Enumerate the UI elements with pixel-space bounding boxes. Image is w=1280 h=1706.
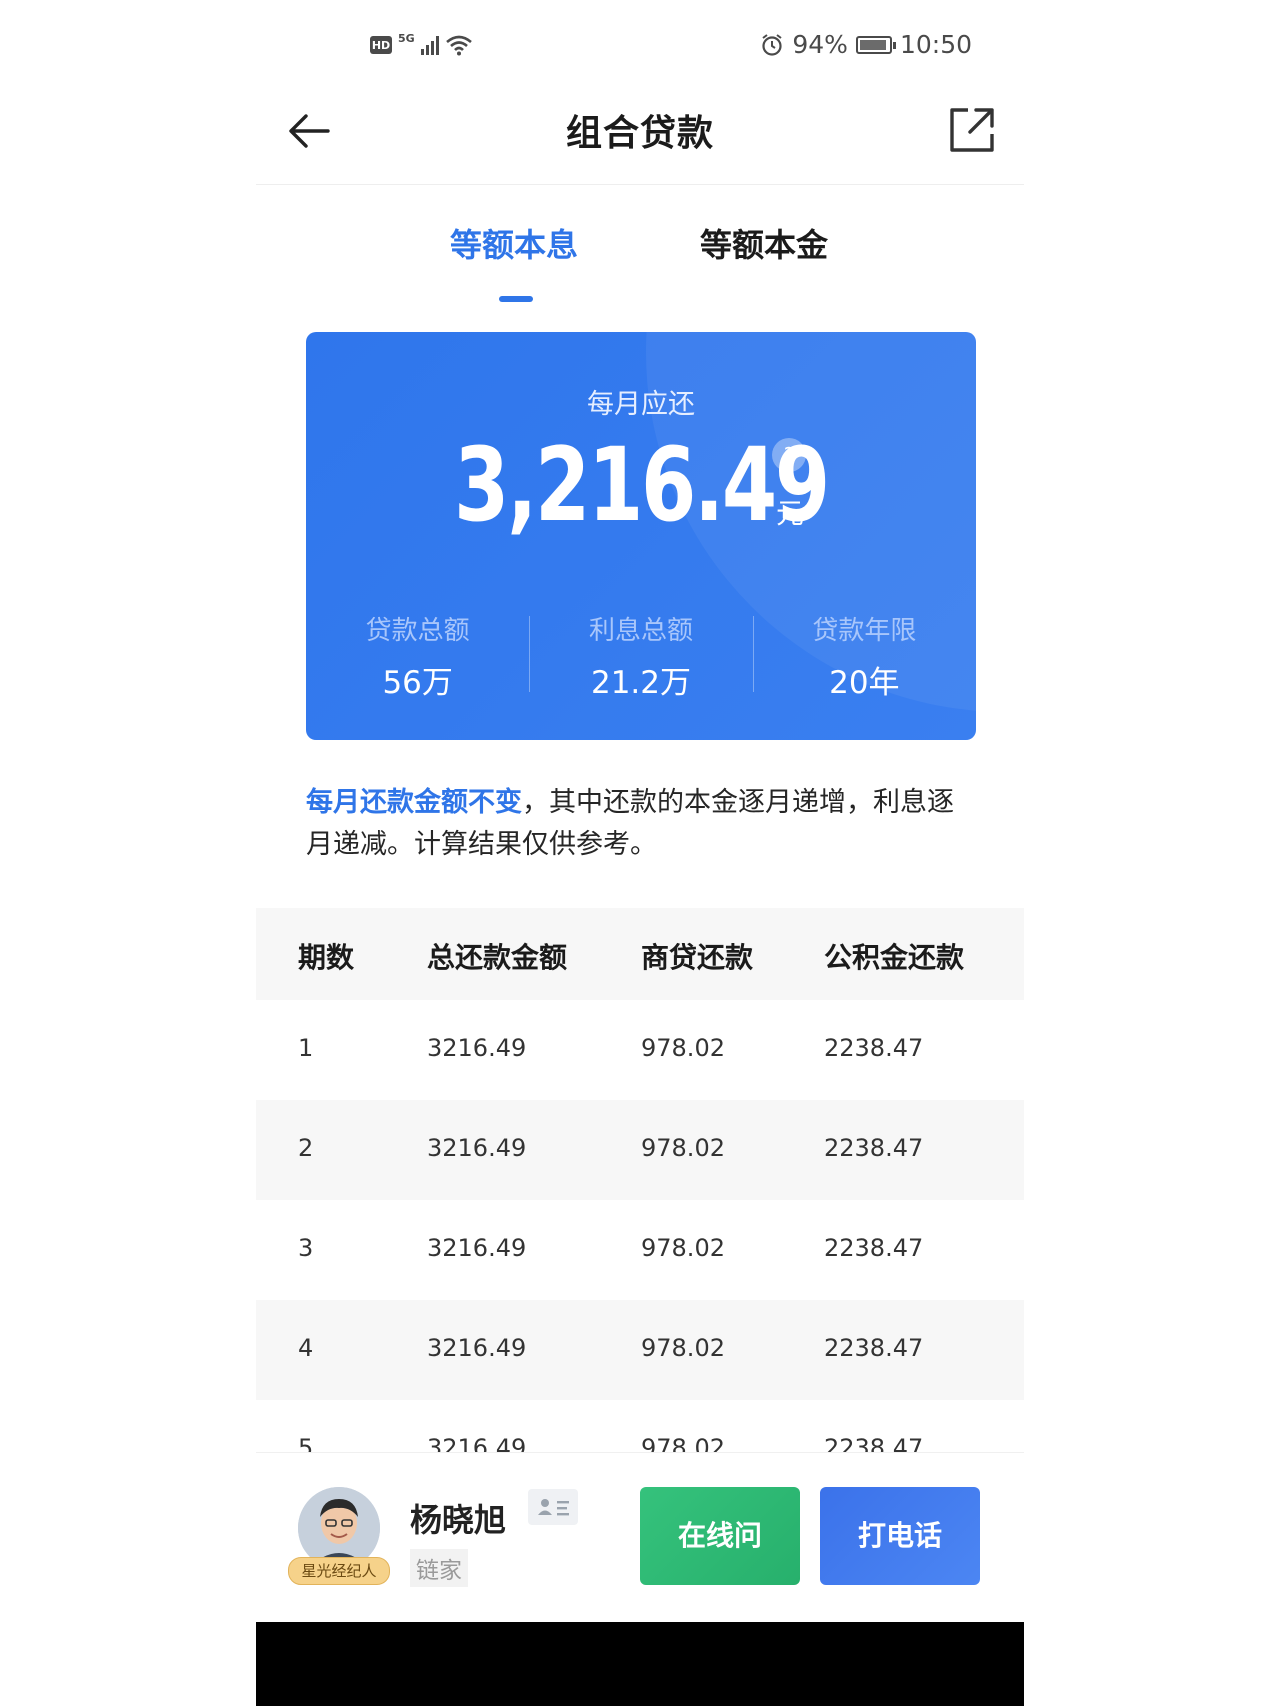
cell-total: 3216.49 [427,1134,527,1162]
monthly-payment-label: 每月应还 [587,389,695,420]
col-total-payment: 总还款金额 [427,941,568,974]
cell-period: 1 [298,1034,314,1062]
payment-summary-card: 每月应还 3,216.49 ? 元 贷款总额 56万 利息总额 21.2万 贷款… [306,332,976,740]
nav-bar: 组合贷款 [256,96,1024,185]
stat-label: 贷款年限 [812,616,917,646]
status-bar: HD 5G 94% 10:50 [256,0,1024,96]
call-button[interactable]: 打电话 [820,1487,980,1585]
cell-total: 3216.49 [427,1334,527,1362]
cell-commercial: 978.02 [641,1034,725,1062]
online-chat-button[interactable]: 在线问 [640,1487,800,1585]
page-title: 组合贷款 [565,113,714,154]
cell-fund: 2238.47 [824,1034,924,1062]
business-card-icon[interactable] [528,1489,578,1525]
stat-label: 利息总额 [588,616,693,646]
star-agent-badge: 星光经纪人 [288,1557,390,1585]
share-icon[interactable] [946,104,998,156]
stat-loan-term: 贷款年限 20年 [752,610,976,701]
cell-commercial: 978.02 [641,1134,725,1162]
cell-commercial: 978.02 [641,1234,725,1262]
table-header: 期数 总还款金额 商贷还款 公积金还款 [256,908,1024,1000]
status-right: 94% 10:50 [760,30,972,59]
cell-commercial: 978.02 [641,1334,725,1362]
col-commercial-payment: 商贷还款 [641,941,754,974]
cell-period: 2 [298,1134,314,1162]
stat-label: 贷款总额 [365,616,470,646]
battery-icon [855,35,896,54]
signal-icon [420,35,439,55]
agent-company: 链家 [410,1549,468,1587]
cell-period: 4 [298,1334,314,1362]
phone-screen: HD 5G 94% 10:50 组合贷款 等额本息 等额本金 每月应还 3,21… [256,0,1024,1706]
tab-equal-principal[interactable]: 等额本金 [700,220,828,266]
table-row: 4 3216.49 978.02 2238.47 [256,1300,1024,1400]
cell-period: 3 [298,1234,314,1262]
stat-value: 56万 [382,665,453,701]
hd-icon: HD [370,36,392,54]
battery-percent: 94% [792,30,848,59]
stat-loan-total: 贷款总额 56万 [306,610,529,701]
network-type: 5G [398,32,415,45]
bottom-black-area [256,1622,1024,1706]
status-left: HD 5G [370,32,473,56]
tab-equal-installment[interactable]: 等额本息 [450,220,578,266]
help-icon[interactable]: ? [772,438,806,472]
table-row: 1 3216.49 978.02 2238.47 [256,1000,1024,1100]
agent-bar: 星光经纪人 杨晓旭 链家 在线问 打电话 [256,1452,1024,1623]
cell-fund: 2238.47 [824,1234,924,1262]
wifi-icon [445,35,472,56]
clock: 10:50 [899,30,972,59]
cell-total: 3216.49 [427,1234,527,1262]
cell-fund: 2238.47 [824,1134,924,1162]
stat-value: 20年 [829,665,900,701]
stat-interest-total: 利息总额 21.2万 [529,610,752,701]
col-period: 期数 [298,941,355,974]
method-description: 每月还款金额不变，其中还款的本金逐月递增，利息逐月递减。计算结果仅供参考。 [306,782,978,866]
cell-fund: 2238.47 [824,1334,924,1362]
loan-stats: 贷款总额 56万 利息总额 21.2万 贷款年限 20年 [306,610,976,701]
table-row: 3 3216.49 978.02 2238.47 [256,1200,1024,1300]
stat-value: 21.2万 [590,665,691,701]
currency-unit: 元 [776,497,805,530]
col-fund-payment: 公积金还款 [824,941,965,974]
monthly-payment-value: 3,216.49 [454,426,830,545]
alarm-icon [762,33,782,56]
active-tab-indicator [499,296,533,302]
agent-name: 杨晓旭 [410,1501,507,1539]
table-row: 2 3216.49 978.02 2238.47 [256,1100,1024,1200]
cell-total: 3216.49 [427,1034,527,1062]
description-highlight: 每月还款金额不变 [306,787,522,818]
